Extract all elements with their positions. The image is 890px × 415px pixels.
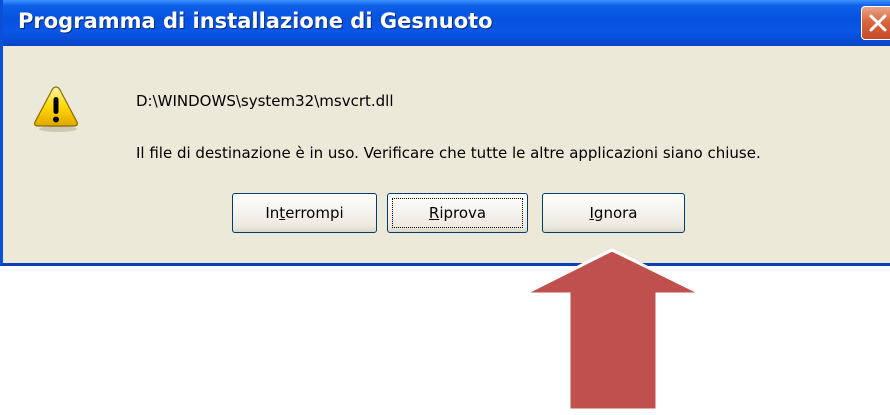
arrow-up-icon — [523, 248, 703, 412]
close-button[interactable] — [861, 6, 890, 40]
error-message-text: Il file di destinazione è in uso. Verifi… — [136, 144, 761, 162]
riprova-label: Riprova — [428, 204, 487, 222]
interrompi-label: Interrompi — [265, 204, 344, 222]
riprova-button[interactable]: Riprova — [387, 193, 528, 233]
file-path-text: D:\WINDOWS\system32\msvcrt.dll — [136, 92, 394, 110]
warning-icon — [34, 86, 78, 132]
installer-dialog: Programma di installazione di Gesnuoto D… — [0, 0, 890, 266]
title-bar[interactable]: Programma di installazione di Gesnuoto — [3, 0, 890, 46]
window-title: Programma di installazione di Gesnuoto — [18, 9, 493, 33]
interrompi-button[interactable]: Interrompi — [232, 193, 377, 233]
close-icon — [869, 14, 887, 32]
ignora-button[interactable]: Ignora — [542, 193, 685, 233]
ignora-label: Ignora — [589, 204, 638, 222]
